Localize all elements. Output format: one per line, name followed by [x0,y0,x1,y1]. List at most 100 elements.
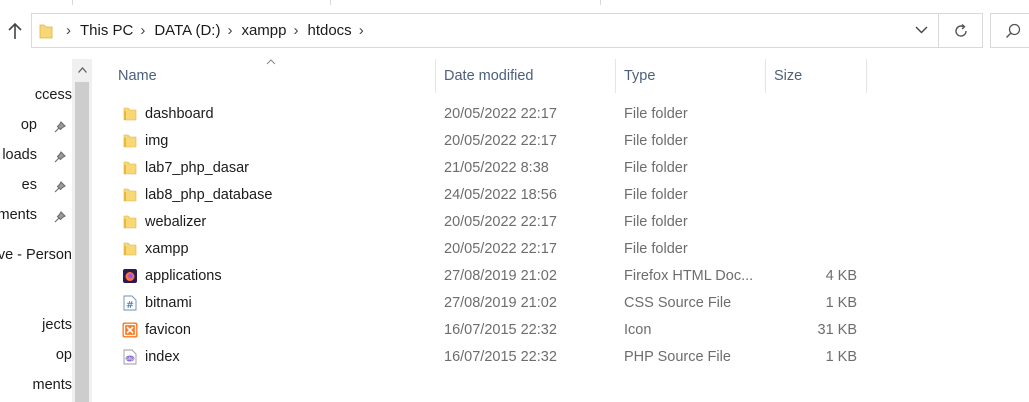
file-name: lab7_php_dasar [145,160,250,176]
chevron-up-icon [77,67,87,73]
file-date: 27/08/2019 21:02 [444,295,557,311]
file-size [764,101,857,128]
column-header-label: Type [624,68,656,84]
file-size: 4 KB [825,268,857,284]
file-name: img [145,133,169,149]
column-header-label: Size [774,68,803,84]
folder-icon [123,134,137,148]
file-date: 20/05/2022 22:17 [444,133,557,149]
breadcrumb-separator[interactable]: › [359,23,364,38]
column-header-size[interactable]: Size [766,59,867,93]
file-size: 1 KB [825,295,857,311]
ribbon-edge-segment [560,0,601,5]
file-row[interactable]: webalizer 20/05/2022 22:17 File folder [114,209,874,236]
ribbon-edge-segment [0,0,73,5]
nav-item-label: es [21,177,37,193]
file-name: xampp [145,241,189,257]
file-size: 1 KB [825,349,857,365]
nav-item-label: ments [32,377,73,393]
navigation-scrollbar[interactable] [72,59,92,402]
up-button[interactable] [4,18,26,44]
column-divider[interactable] [866,59,867,93]
nav-item-downloads[interactable]: loads [0,147,72,169]
column-header-label: Name [118,68,157,84]
file-date: 24/05/2022 18:56 [444,187,557,203]
column-header-date[interactable]: Date modified [436,59,616,93]
breadcrumb-separator[interactable]: › [293,23,298,38]
file-row[interactable]: # bitnami 27/08/2019 21:02 CSS Source Fi… [114,290,874,317]
nav-item-documents[interactable]: ments [0,207,72,229]
address-row: › This PC › DATA (D:) › xampp › htdocs › [0,6,1029,56]
file-list: Name Date modified Type Size dashboard 2… [92,59,1029,402]
breadcrumb-separator[interactable]: › [140,23,145,38]
file-size [764,209,857,236]
search-icon [1005,23,1021,38]
svg-text:#: # [126,300,134,311]
address-bar[interactable]: › This PC › DATA (D:) › xampp › htdocs › [31,13,939,48]
nav-item-label: ve - Person [0,247,72,263]
breadcrumb-separator[interactable]: › [66,23,71,38]
file-row[interactable]: applications 27/08/2019 21:02 Firefox HT… [114,263,874,290]
file-date: 21/05/2022 8:38 [444,160,549,176]
file-date: 20/05/2022 22:17 [444,214,557,230]
file-name: bitnami [145,295,192,311]
pin-icon [54,151,66,163]
file-name: applications [145,268,222,284]
nav-item-label: loads [2,147,37,163]
nav-item-pictures[interactable]: es [0,177,72,199]
file-type: File folder [624,106,688,122]
breadcrumb-xampp[interactable]: xampp [241,22,286,39]
nav-item-label: ments [0,207,37,223]
file-type: Firefox HTML Doc... [624,268,754,284]
file-size [764,155,857,182]
nav-item-label: jects [42,317,72,333]
file-size [764,128,857,155]
file-date: 27/08/2019 21:02 [444,268,557,284]
php-file-icon: php [123,349,137,365]
file-row[interactable]: lab7_php_dasar 21/05/2022 8:38 File fold… [114,155,874,182]
file-row[interactable]: xampp 20/05/2022 22:17 File folder [114,236,874,263]
file-row[interactable]: img 20/05/2022 22:17 File folder [114,128,874,155]
file-type: Icon [624,322,652,338]
column-header-type[interactable]: Type [616,59,766,93]
file-row[interactable]: php index 16/07/2015 22:32 PHP Source Fi… [114,344,874,371]
file-type: File folder [624,160,688,176]
refresh-button[interactable] [939,13,983,48]
file-type: File folder [624,214,688,230]
file-name: lab8_php_database [145,187,273,203]
column-header-label: Date modified [444,68,534,84]
file-date: 20/05/2022 22:17 [444,241,557,257]
file-date: 16/07/2015 22:32 [444,349,557,365]
column-header-name[interactable]: Name [92,59,436,93]
file-size: 31 KB [817,322,858,338]
nav-item-desktop[interactable]: op [0,117,72,139]
pin-icon [54,181,66,193]
file-row[interactable]: lab8_php_database 24/05/2022 18:56 File … [114,182,874,209]
scroll-up-button[interactable] [72,61,92,79]
breadcrumb-data-drive[interactable]: DATA (D:) [154,22,220,39]
breadcrumb-this-pc[interactable]: This PC [80,22,133,39]
file-name: dashboard [145,106,214,122]
refresh-icon [954,23,967,37]
scrollbar-thumb[interactable] [75,82,89,402]
file-row[interactable]: favicon 16/07/2015 22:32 Icon 31 KB [114,317,874,344]
file-row[interactable]: dashboard 20/05/2022 22:17 File folder [114,101,874,128]
nav-item-desktop-pc[interactable]: op [0,347,72,369]
folder-icon [123,242,137,256]
ribbon-edge-segment [180,0,331,5]
navigation-pane: ccess op loads es ments ve - Person ject… [0,59,72,402]
breadcrumb-separator[interactable]: › [227,23,232,38]
svg-text:php: php [126,356,134,361]
file-name: index [145,349,180,365]
nav-item-3d-objects[interactable]: jects [0,317,72,339]
firefox-html-icon [123,269,137,283]
address-history-dropdown[interactable] [914,23,928,37]
breadcrumb-htdocs[interactable]: htdocs [307,22,351,39]
nav-item-label: ccess [34,87,72,103]
nav-item-onedrive[interactable]: ve - Person [0,247,72,269]
file-name: webalizer [145,214,207,230]
search-box[interactable] [990,13,1029,48]
nav-item-quick-access[interactable]: ccess [0,87,72,109]
nav-item-documents-pc[interactable]: ments [0,377,73,399]
pin-icon [54,121,66,133]
